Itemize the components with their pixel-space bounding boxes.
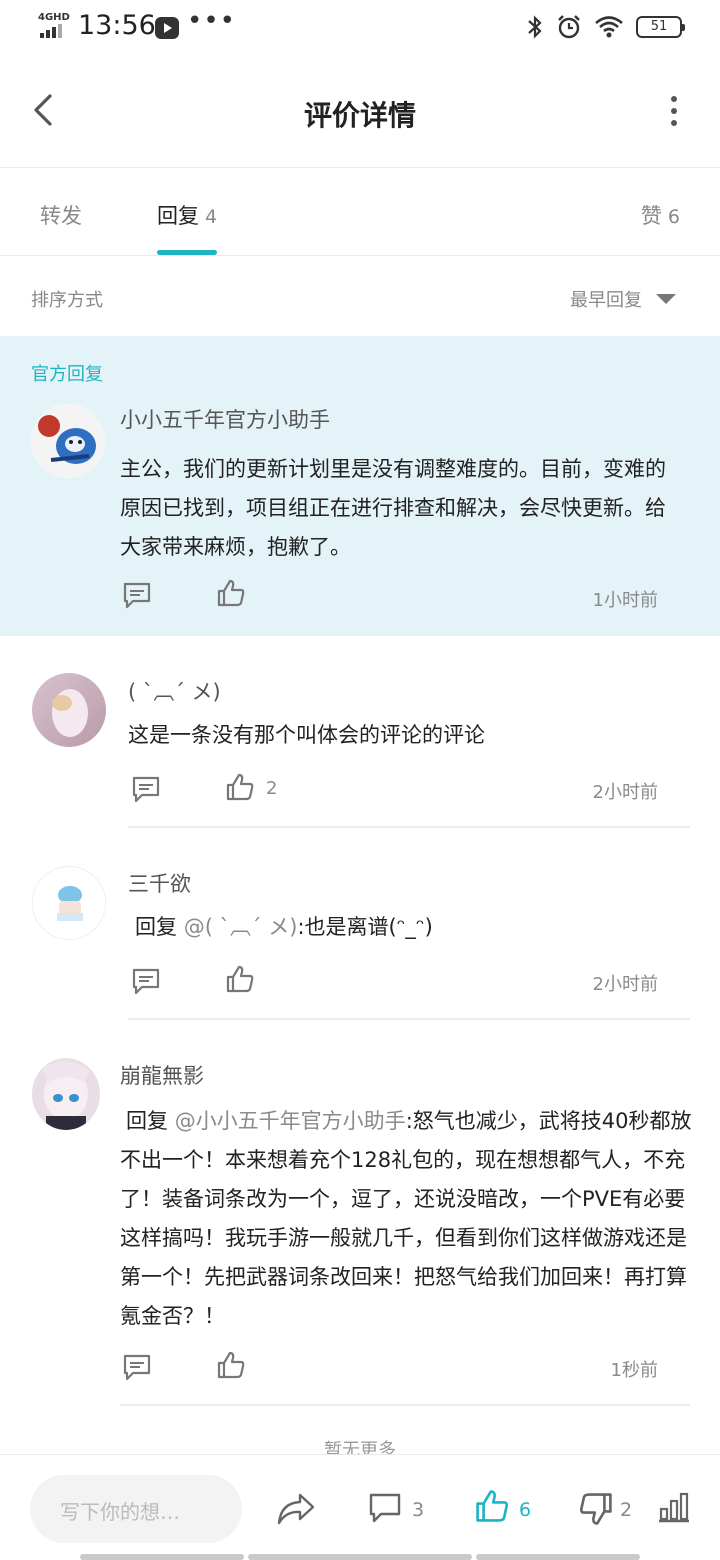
- comment-text: 这是一条没有那个叫体会的评论的评论: [128, 716, 688, 755]
- divider: [128, 826, 690, 828]
- official-reply: 官方回复 小小五千年官方小助手 主公，我们的更新计划里是没有调整难度的。目前，变…: [0, 336, 720, 636]
- signal-icon: [40, 24, 62, 38]
- battery-icon: 51: [636, 16, 685, 38]
- chevron-down-icon[interactable]: [656, 294, 676, 304]
- gesture-bar: [248, 1554, 472, 1560]
- clock: 13:56: [78, 10, 156, 41]
- wifi-icon: [595, 16, 623, 38]
- page-title: 评价详情: [303, 99, 416, 132]
- tab-likes[interactable]: 赞6: [641, 200, 680, 230]
- comment-icon[interactable]: [122, 580, 152, 610]
- sort-label: 排序方式: [31, 290, 103, 311]
- sort-bar: 排序方式 最早回复: [0, 256, 720, 336]
- status-bar: 4GHD 13:56 ••• 51: [0, 0, 720, 56]
- timestamp: 1秒前: [610, 1360, 658, 1381]
- author-name[interactable]: 三千欲: [128, 868, 191, 898]
- avatar[interactable]: [32, 1058, 100, 1130]
- tab-repost[interactable]: 转发: [40, 200, 82, 230]
- reply-input-placeholder: 写下你的想…: [60, 1500, 180, 1524]
- like-count: 6: [519, 1499, 532, 1521]
- thumbs-up-icon[interactable]: [225, 772, 255, 802]
- media-play-icon: [155, 17, 179, 39]
- alarm-icon: [558, 15, 580, 39]
- thumbs-down-icon[interactable]: [578, 1491, 614, 1527]
- comment-icon[interactable]: [122, 1352, 152, 1382]
- comment-icon[interactable]: [131, 966, 161, 996]
- thumbs-up-icon[interactable]: [216, 1350, 246, 1380]
- tab-label: 赞: [640, 204, 662, 228]
- author-name[interactable]: 小小五千年官方小助手: [120, 404, 330, 434]
- dislike-count: 2: [620, 1499, 633, 1521]
- comment-body: :也是离谱(ᵔ_ᵔ): [297, 915, 433, 939]
- tab-bar: 转发 回复 4 赞6: [0, 168, 720, 256]
- comment-body: :怒气也减少，武将技40秒都放不出一个！本来想着充个128礼包的，现在想想都气人…: [120, 1109, 692, 1328]
- bottom-action-bar: 写下你的想… 3 6 2: [0, 1454, 720, 1560]
- reply-prefix: 回复: [126, 1109, 175, 1133]
- comment-count: 3: [412, 1499, 425, 1521]
- app-header: 评价详情: [0, 56, 720, 168]
- author-name[interactable]: ( ˋ︹ˊ メ): [128, 676, 221, 706]
- tab-count: 6: [667, 206, 680, 228]
- divider: [128, 1018, 690, 1020]
- comment-text: 回复 @小小五千年官方小助手:怒气也减少，武将技40秒都放不出一个！本来想着充个…: [120, 1102, 692, 1336]
- comment-icon[interactable]: [368, 1491, 402, 1525]
- tab-label: 转发: [40, 204, 82, 228]
- author-name[interactable]: 崩龍無影: [120, 1060, 204, 1090]
- timestamp: 2小时前: [592, 782, 658, 803]
- user-avatar-image: [32, 673, 106, 747]
- mention-link[interactable]: @( ˋ︹ˊ メ): [184, 915, 298, 939]
- user-avatar-image: [32, 1058, 100, 1130]
- assistant-avatar-image: [31, 404, 105, 478]
- user-avatar-image: [33, 867, 105, 939]
- thumbs-up-icon[interactable]: [216, 578, 246, 608]
- thumbs-up-icon[interactable]: [474, 1488, 510, 1524]
- tab-label: 回复: [157, 204, 199, 228]
- comment-text: 回复 @( ˋ︹ˊ メ):也是离谱(ᵔ_ᵔ): [135, 908, 690, 947]
- reply-input[interactable]: 写下你的想…: [30, 1475, 242, 1543]
- comment-body: 这是一条没有那个叫体会的评论的评论: [128, 723, 485, 747]
- avatar[interactable]: [31, 404, 105, 478]
- comment-icon[interactable]: [131, 774, 161, 804]
- official-reply-tag: 官方回复: [31, 364, 103, 385]
- bluetooth-icon: [528, 15, 542, 39]
- stats-icon[interactable]: [656, 1491, 692, 1523]
- tab-count: 4: [205, 206, 218, 228]
- reply-text: 主公，我们的更新计划里是没有调整难度的。目前，变难的原因已找到，项目组正在进行排…: [120, 457, 666, 559]
- thumbs-up-icon[interactable]: [225, 964, 255, 994]
- timestamp: 2小时前: [592, 974, 658, 995]
- network-type: 4GHD: [38, 12, 70, 23]
- more-options-icon[interactable]: [668, 96, 680, 126]
- more-notifications-icon: •••: [187, 6, 237, 36]
- avatar[interactable]: [32, 673, 106, 747]
- gesture-bar: [476, 1554, 640, 1560]
- timestamp: 1小时前: [592, 590, 658, 611]
- mention-link[interactable]: @小小五千年官方小助手: [175, 1109, 406, 1133]
- reply-prefix: 回复: [135, 915, 184, 939]
- like-count: 2: [266, 778, 278, 799]
- gesture-bar: [80, 1554, 244, 1560]
- active-tab-indicator: [157, 250, 217, 255]
- avatar[interactable]: [32, 866, 106, 940]
- tab-replies[interactable]: 回复 4: [157, 200, 217, 230]
- sort-dropdown[interactable]: 最早回复: [570, 286, 642, 312]
- divider: [120, 1404, 690, 1406]
- share-icon[interactable]: [276, 1491, 316, 1527]
